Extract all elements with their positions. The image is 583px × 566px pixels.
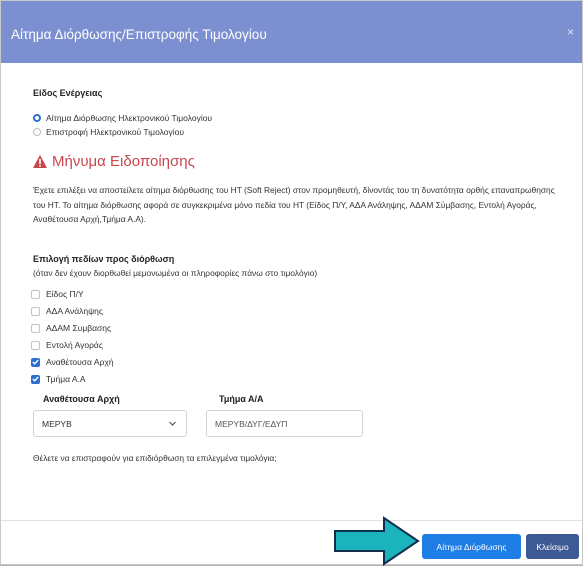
radio-label: Επιστροφή Ηλεκτρονικού Τιμολογίου [46, 127, 184, 137]
radio-unselected-icon[interactable] [33, 128, 41, 136]
radio-label: Αίτημα Διόρθωσης Ηλεκτρονικού Τιμολογίου [46, 113, 213, 123]
radio-selected-icon[interactable] [33, 114, 41, 122]
fields-selection-label: Επιλογή πεδίων προς διόρθωση [33, 254, 175, 264]
checkbox-ada-commitment[interactable]: ΑΔΑ Ανάληψης [31, 306, 103, 316]
select-value: ΜΕΡΥΒ [42, 418, 72, 429]
radio-correction-request[interactable]: Αίτημα Διόρθωσης Ηλεκτρονικού Τιμολογίου [33, 113, 212, 123]
checkbox-icon[interactable] [31, 323, 40, 333]
fields-selection-hint: (όταν δεν έχουν διορθωθεί μεμονωμένα οι … [33, 268, 318, 278]
notice-title: Μήνυμα Ειδοποίησης [52, 153, 195, 170]
department-input[interactable] [206, 410, 363, 437]
modal-header: Αίτημα Διόρθωσης/Επιστροφής Τιμολογίου × [1, 1, 582, 63]
close-icon[interactable]: × [567, 25, 574, 39]
correction-request-modal: Αίτημα Διόρθωσης/Επιστροφής Τιμολογίου ×… [0, 0, 583, 566]
checkbox-department[interactable]: Τμήμα Α.Α [31, 374, 86, 384]
checkbox-contracting-authority[interactable]: Αναθέτουσα Αρχή [31, 357, 114, 367]
pointer-arrow-icon [334, 516, 420, 566]
checkbox-adam-contract[interactable]: ΑΔΑΜ Συμβασης [31, 323, 111, 333]
submit-correction-button[interactable]: Αίτημα Διόρθωσης [422, 534, 521, 559]
checkbox-icon[interactable] [31, 340, 40, 350]
checkbox-icon[interactable] [31, 289, 40, 299]
checkbox-label: Εντολή Αγοράς [46, 340, 103, 350]
action-type-label: Είδος Ενέργειας [33, 88, 103, 98]
checkbox-label: Τμήμα Α.Α [46, 374, 86, 384]
checkbox-budget-type[interactable]: Είδος Π/Υ [31, 289, 84, 299]
checkbox-label: ΑΔΑΜ Συμβασης [46, 323, 112, 333]
radio-return-invoice[interactable]: Επιστροφή Ηλεκτρονικού Τιμολογίου [33, 127, 184, 137]
modal-title: Αίτημα Διόρθωσης/Επιστροφής Τιμολογίου [11, 27, 267, 42]
notice-text: Έχετε επιλέξει να αποστείλετε αίτημα διό… [33, 185, 555, 224]
contracting-authority-label: Αναθέτουσα Αρχή [43, 394, 120, 404]
checkbox-label: Αναθέτουσα Αρχή [46, 357, 114, 367]
department-label: Τμήμα Α/Α [219, 394, 264, 404]
checkbox-label: ΑΔΑ Ανάληψης [46, 306, 103, 316]
warning-triangle-icon [33, 155, 47, 168]
footer-divider [1, 520, 582, 521]
contracting-authority-select[interactable]: ΜΕΡΥΒ [33, 410, 187, 437]
confirmation-question: Θέλετε να επιστραφούν για επιδιόρθωση τα… [33, 453, 277, 463]
check-icon [32, 359, 39, 365]
close-button[interactable]: Κλείσιμο [526, 534, 579, 559]
checkbox-label: Είδος Π/Υ [46, 289, 84, 299]
checkbox-checked-icon[interactable] [31, 357, 40, 367]
chevron-down-icon [169, 421, 176, 426]
check-icon [32, 376, 39, 382]
checkbox-icon[interactable] [31, 306, 40, 316]
checkbox-checked-icon[interactable] [31, 374, 40, 384]
checkbox-purchase-order[interactable]: Εντολή Αγοράς [31, 340, 103, 350]
notice-heading: Μήνυμα Ειδοποίησης [33, 153, 195, 170]
